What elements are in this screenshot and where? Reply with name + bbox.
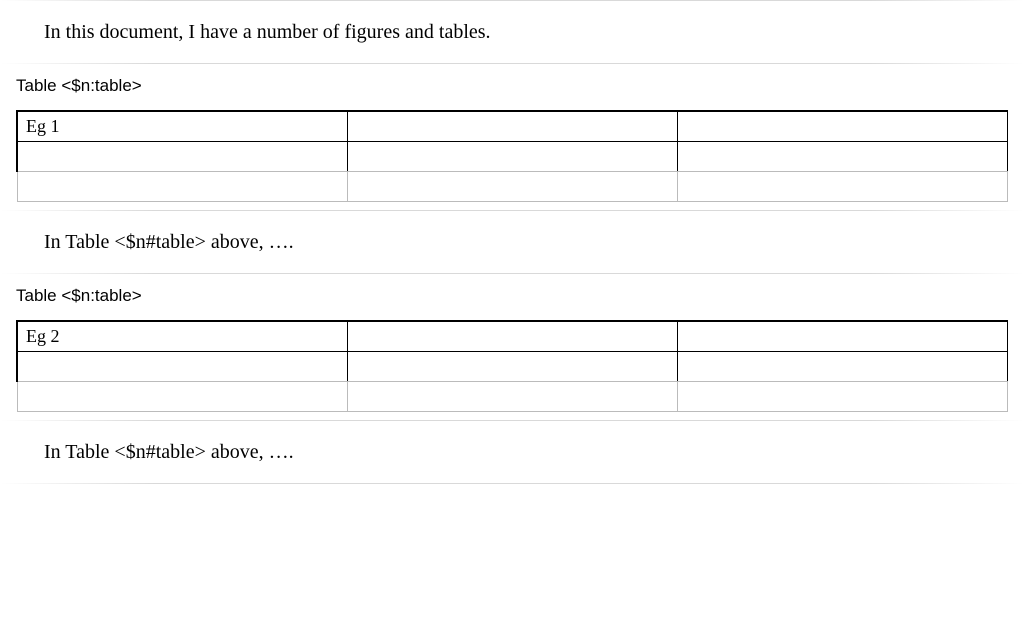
table-cell — [347, 352, 677, 382]
intro-text: In this document, I have a number of fig… — [0, 16, 1024, 48]
table-cell — [17, 172, 347, 202]
table-row — [17, 142, 1008, 172]
table-row: Eg 2 — [17, 321, 1008, 352]
table-cell — [347, 321, 677, 352]
table-cell — [677, 352, 1007, 382]
table-cell — [347, 142, 677, 172]
table-block-2: Table <$n:table> Eg 2 — [0, 286, 1024, 412]
table-caption: Table <$n:table> — [16, 286, 1024, 306]
table-cell — [17, 382, 347, 412]
table-caption: Table <$n:table> — [16, 76, 1024, 96]
table-block-1: Table <$n:table> Eg 1 — [0, 76, 1024, 202]
table-cell — [347, 111, 677, 142]
table-cell: Eg 2 — [17, 321, 347, 352]
followup-section-1: In Table <$n#table> above, …. — [0, 210, 1024, 274]
table-row — [17, 352, 1008, 382]
table-cell — [677, 321, 1007, 352]
table-row — [17, 382, 1008, 412]
followup-section-2: In Table <$n#table> above, …. — [0, 420, 1024, 484]
table-cell — [677, 142, 1007, 172]
table-cell — [347, 382, 677, 412]
example-table-2: Eg 2 — [16, 320, 1008, 412]
table-cell — [677, 111, 1007, 142]
followup-text: In Table <$n#table> above, …. — [0, 226, 1024, 258]
followup-text: In Table <$n#table> above, …. — [0, 436, 1024, 468]
table-cell — [347, 172, 677, 202]
table-cell: Eg 1 — [17, 111, 347, 142]
table-row — [17, 172, 1008, 202]
table-cell — [17, 142, 347, 172]
intro-section: In this document, I have a number of fig… — [0, 0, 1024, 64]
table-cell — [677, 382, 1007, 412]
example-table-1: Eg 1 — [16, 110, 1008, 202]
table-cell — [17, 352, 347, 382]
table-row: Eg 1 — [17, 111, 1008, 142]
table-cell — [677, 172, 1007, 202]
